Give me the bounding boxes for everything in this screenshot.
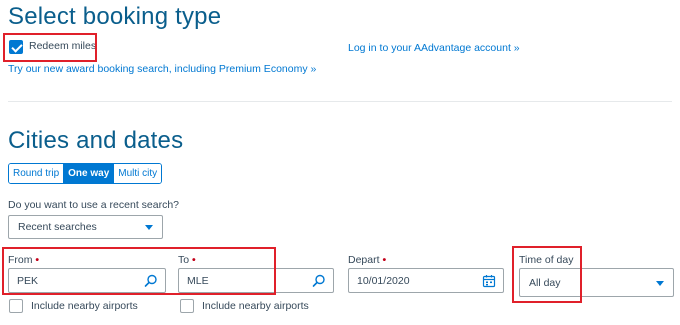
time-of-day-select[interactable]: All day [519, 268, 674, 297]
tab-multi-city[interactable]: Multi city [113, 164, 162, 183]
from-nearby-checkbox[interactable] [9, 299, 23, 313]
recent-search-prompt: Do you want to use a recent search? [8, 199, 180, 211]
redeem-miles-checkbox[interactable] [9, 40, 23, 54]
tab-one-way[interactable]: One way [63, 164, 114, 183]
trip-type-selector: Round trip One way Multi city [8, 163, 163, 184]
chevron-down-icon [145, 225, 153, 230]
depart-label: Depart • [348, 254, 387, 266]
depart-value: 10/01/2020 [357, 275, 410, 287]
from-input[interactable]: PEK [8, 268, 166, 293]
search-icon[interactable] [312, 274, 326, 288]
tab-round-trip[interactable]: Round trip [9, 164, 64, 183]
recent-searches-select[interactable]: Recent searches [8, 215, 163, 239]
booking-type-heading: Select booking type [8, 3, 222, 30]
cities-dates-heading: Cities and dates [8, 127, 184, 154]
to-nearby-checkbox[interactable] [180, 299, 194, 313]
calendar-icon[interactable] [482, 274, 496, 288]
to-input[interactable]: MLE [178, 268, 334, 293]
chevron-down-icon [656, 280, 664, 286]
award-booking-link[interactable]: Try our new award booking search, includ… [8, 63, 316, 75]
to-value: MLE [187, 275, 209, 287]
time-of-day-label: Time of day [519, 254, 574, 266]
to-nearby-label[interactable]: Include nearby airports [202, 300, 309, 312]
aadvantage-login-link[interactable]: Log in to your AAdvantage account » [348, 42, 520, 54]
search-icon[interactable] [144, 274, 158, 288]
depart-date-input[interactable]: 10/01/2020 [348, 268, 504, 293]
time-of-day-value: All day [529, 276, 561, 289]
section-divider [8, 101, 672, 102]
redeem-miles-label[interactable]: Redeem miles [29, 40, 96, 52]
from-label: From • [8, 254, 40, 266]
from-value: PEK [17, 275, 39, 287]
to-label: To • [178, 254, 196, 266]
recent-searches-value: Recent searches [18, 221, 97, 233]
from-nearby-label[interactable]: Include nearby airports [31, 300, 138, 312]
